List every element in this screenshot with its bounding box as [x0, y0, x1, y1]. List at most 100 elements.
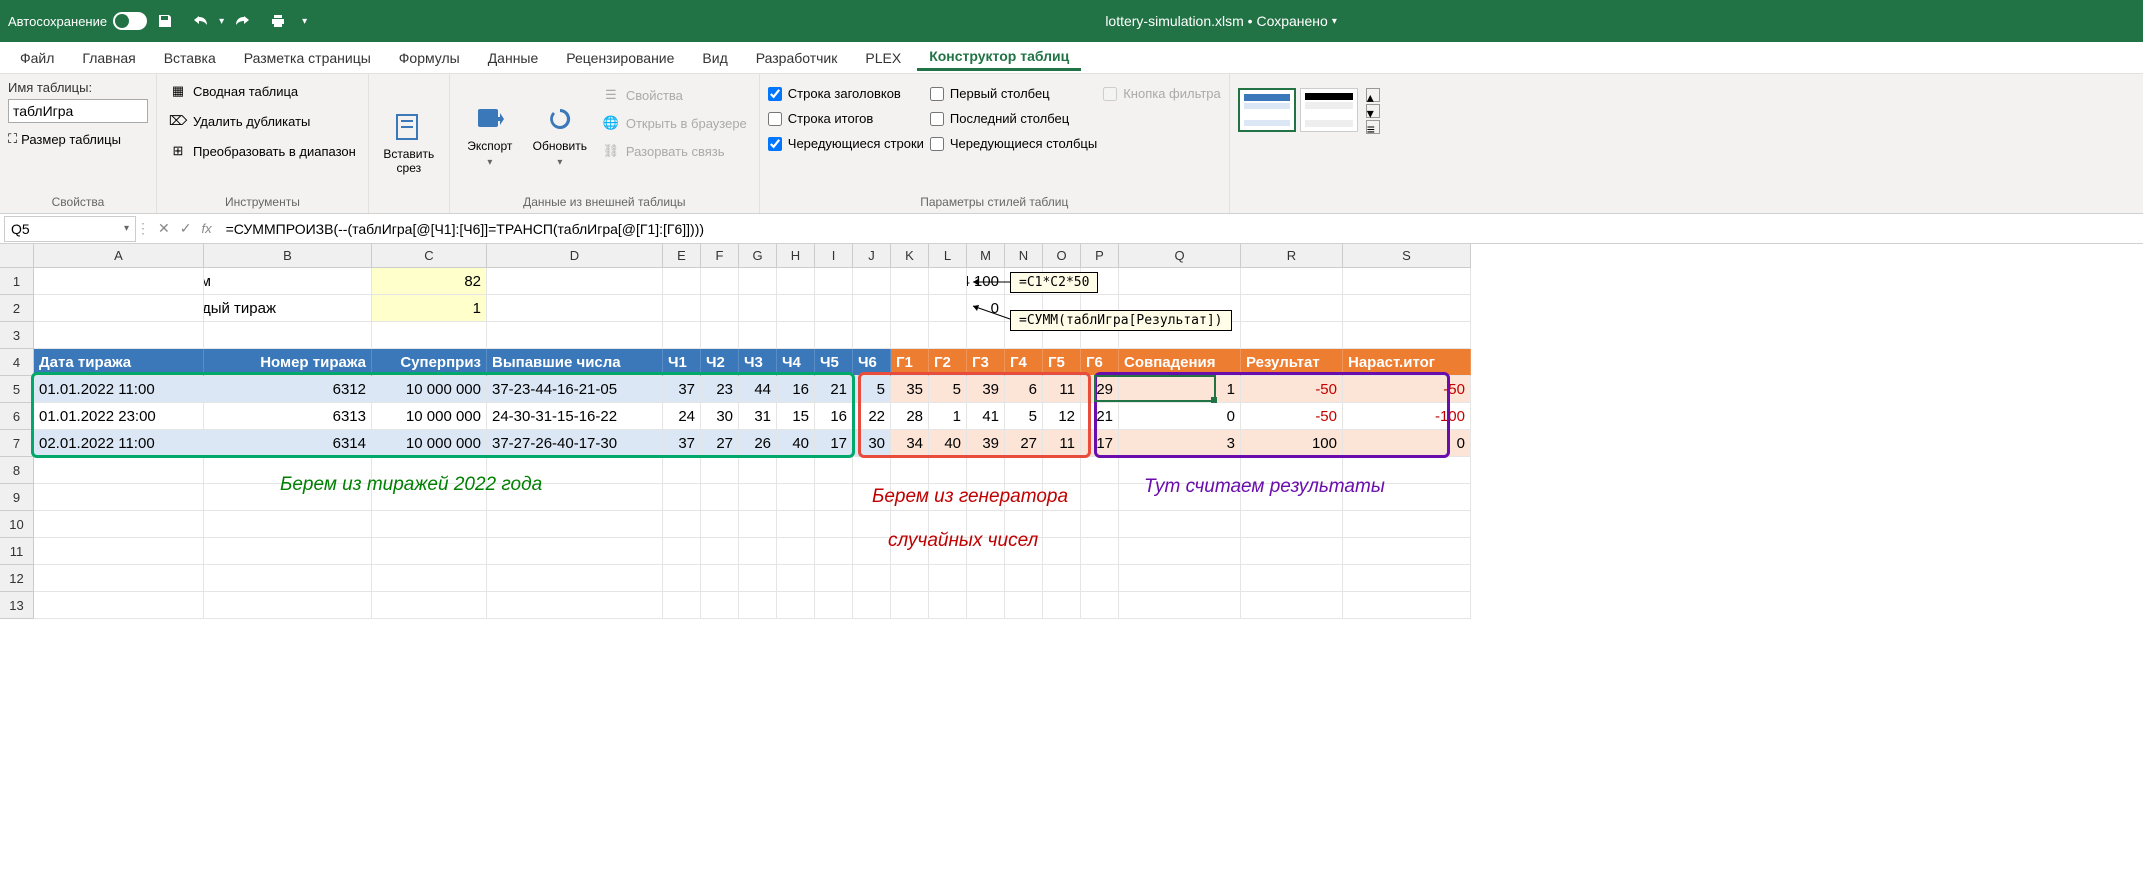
- table-header[interactable]: Ч2: [701, 349, 739, 376]
- cell[interactable]: [204, 565, 372, 592]
- cell[interactable]: 24: [663, 403, 701, 430]
- col-header[interactable]: A: [34, 244, 204, 268]
- table-name-input[interactable]: [8, 99, 148, 123]
- cell[interactable]: [929, 268, 967, 295]
- cell[interactable]: [372, 538, 487, 565]
- cell[interactable]: 35: [891, 376, 929, 403]
- cell[interactable]: [1119, 538, 1241, 565]
- cell[interactable]: [815, 565, 853, 592]
- style-thumb-2[interactable]: [1300, 88, 1358, 132]
- cell[interactable]: [701, 565, 739, 592]
- cell[interactable]: 16: [815, 403, 853, 430]
- cell[interactable]: [739, 565, 777, 592]
- confirm-icon[interactable]: ✓: [180, 220, 192, 237]
- cell[interactable]: 10 000 000: [372, 403, 487, 430]
- table-header[interactable]: Г6: [1081, 349, 1119, 376]
- cell[interactable]: [663, 511, 701, 538]
- cell[interactable]: [663, 592, 701, 619]
- gallery-scroll-up[interactable]: ▴: [1366, 88, 1380, 102]
- cell[interactable]: 02.01.2022 11:00: [34, 430, 204, 457]
- cell[interactable]: [1081, 565, 1119, 592]
- cell[interactable]: [663, 484, 701, 511]
- cell[interactable]: 5: [929, 376, 967, 403]
- cell[interactable]: [487, 511, 663, 538]
- cell[interactable]: [663, 457, 701, 484]
- cell[interactable]: [1119, 565, 1241, 592]
- cell[interactable]: [1119, 511, 1241, 538]
- cell[interactable]: [701, 511, 739, 538]
- cell[interactable]: Билетов на каждый тираж: [204, 295, 372, 322]
- undo-icon[interactable]: [189, 9, 213, 33]
- chk-header-row[interactable]: Строка заголовков: [768, 84, 924, 103]
- cell[interactable]: [701, 268, 739, 295]
- cell[interactable]: [204, 538, 372, 565]
- cell[interactable]: 21: [815, 376, 853, 403]
- row-header[interactable]: 3: [0, 322, 34, 349]
- cell[interactable]: -50: [1241, 376, 1343, 403]
- cell[interactable]: [777, 457, 815, 484]
- cell[interactable]: [1241, 538, 1343, 565]
- select-all-corner[interactable]: [0, 244, 34, 268]
- cell[interactable]: [853, 457, 891, 484]
- convert-range-button[interactable]: ⊞Преобразовать в диапазон: [165, 140, 360, 162]
- cell[interactable]: 37-23-44-16-21-05: [487, 376, 663, 403]
- cell[interactable]: 12: [1043, 403, 1081, 430]
- cell[interactable]: 24-30-31-15-16-22: [487, 403, 663, 430]
- row-header[interactable]: 2: [0, 295, 34, 322]
- chk-first-col[interactable]: Первый столбец: [930, 84, 1097, 103]
- cell[interactable]: 27: [1005, 430, 1043, 457]
- cell[interactable]: [1043, 457, 1081, 484]
- cell[interactable]: [34, 295, 204, 322]
- row-header[interactable]: 9: [0, 484, 34, 511]
- cell[interactable]: 11: [1043, 376, 1081, 403]
- col-header[interactable]: R: [1241, 244, 1343, 268]
- cell[interactable]: 30: [853, 430, 891, 457]
- table-header[interactable]: Номер тиража: [204, 349, 372, 376]
- cell[interactable]: [701, 484, 739, 511]
- col-header[interactable]: S: [1343, 244, 1471, 268]
- cell[interactable]: [372, 592, 487, 619]
- row-header[interactable]: 13: [0, 592, 34, 619]
- chk-banded-rows[interactable]: Чередующиеся строки: [768, 134, 924, 153]
- tab-plex[interactable]: PLEX: [853, 46, 913, 70]
- cell[interactable]: 41: [967, 403, 1005, 430]
- cell[interactable]: [853, 538, 891, 565]
- cell[interactable]: 01.01.2022 23:00: [34, 403, 204, 430]
- table-header[interactable]: Ч6: [853, 349, 891, 376]
- table-header[interactable]: Суперприз: [372, 349, 487, 376]
- row-header[interactable]: 10: [0, 511, 34, 538]
- cell[interactable]: 1: [929, 403, 967, 430]
- cell[interactable]: [1343, 511, 1471, 538]
- cell[interactable]: [1119, 268, 1241, 295]
- cell[interactable]: [701, 592, 739, 619]
- gallery-more[interactable]: ≡: [1366, 120, 1380, 134]
- cell[interactable]: -100: [1343, 403, 1471, 430]
- cell[interactable]: 4 100: [967, 268, 1005, 295]
- cell[interactable]: [815, 484, 853, 511]
- autosave-toggle[interactable]: Автосохранение: [8, 12, 147, 30]
- cell[interactable]: 44: [739, 376, 777, 403]
- table-header[interactable]: Дата тиража: [34, 349, 204, 376]
- tab-developer[interactable]: Разработчик: [744, 46, 850, 70]
- cell[interactable]: [929, 457, 967, 484]
- tab-review[interactable]: Рецензирование: [554, 46, 686, 70]
- cell[interactable]: [967, 592, 1005, 619]
- cell[interactable]: [701, 538, 739, 565]
- cell[interactable]: [372, 565, 487, 592]
- remove-dup-button[interactable]: ⌦Удалить дубликаты: [165, 110, 360, 132]
- col-header[interactable]: B: [204, 244, 372, 268]
- cell[interactable]: 10 000 000: [372, 376, 487, 403]
- cell[interactable]: [487, 565, 663, 592]
- cancel-icon[interactable]: ✕: [158, 220, 170, 237]
- col-header[interactable]: G: [739, 244, 777, 268]
- cell[interactable]: [1343, 268, 1471, 295]
- cell[interactable]: [1081, 511, 1119, 538]
- col-header[interactable]: Q: [1119, 244, 1241, 268]
- cell[interactable]: [777, 511, 815, 538]
- cell[interactable]: 28: [891, 403, 929, 430]
- cell[interactable]: [1005, 592, 1043, 619]
- cell[interactable]: 1: [372, 295, 487, 322]
- table-header[interactable]: Г5: [1043, 349, 1081, 376]
- chevron-down-icon[interactable]: ▾: [124, 223, 129, 234]
- cell[interactable]: [739, 268, 777, 295]
